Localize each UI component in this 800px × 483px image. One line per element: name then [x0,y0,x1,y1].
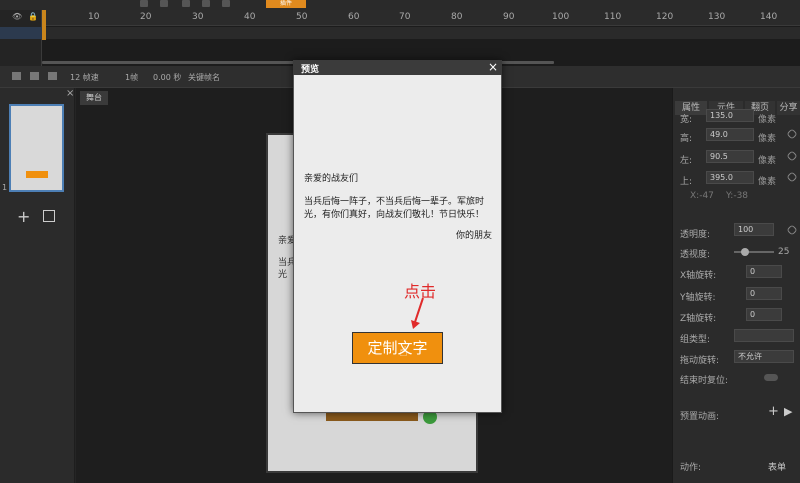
y-rotate-field[interactable]: 0 [746,287,782,300]
ruler-tick: 10 [88,12,100,22]
keyframe-name-label: 关键帧名 [188,73,220,82]
width-field[interactable]: 135.0 [706,109,754,122]
unit-label: 像素 [758,156,777,166]
preset-animation-label: 预置动画: [680,412,720,422]
page-number: 1 [2,183,8,192]
ruler-tick: 70 [399,12,411,22]
frame-icon[interactable] [182,0,190,7]
fps-label: 12 帧速 [70,73,99,82]
group-type-label: 组类型: [680,335,711,345]
eye-icon[interactable]: 👁 [12,12,22,21]
ruler-tick: 130 [708,12,726,22]
x-readout: X:-47 [690,191,714,201]
perspective-slider[interactable] [734,251,774,253]
unit-label: 像素 [758,177,777,187]
playhead[interactable] [42,10,46,40]
left-label: 左: [680,156,693,166]
reset-label: 结束时复位: [680,376,729,386]
copy-frame-icon[interactable] [30,72,39,80]
drag-rotate-select[interactable]: 不允许 [734,350,794,363]
thumb-button-mark [26,171,48,178]
ruler-tick: 40 [244,12,256,22]
collapse-icon[interactable]: × [66,88,74,99]
time-label: 0.00 秒 [153,73,182,82]
layer-frames[interactable] [42,27,800,39]
ruler-tick: 30 [192,12,204,22]
ruler-tick: 100 [552,12,570,22]
drag-rotate-label: 拖动旋转: [680,356,720,366]
action-label: 动作: [680,463,702,473]
letter-body: 当兵后悔一阵子，不当兵后悔一辈子。军旅时光，有你们真好，向战友们敬礼！节日快乐！ [304,197,485,220]
dialog-title: 预览 [301,65,320,75]
dialog-header[interactable] [293,60,502,75]
lock-icon[interactable]: 🔒 [28,12,38,21]
add-page-icon[interactable]: + [17,207,30,226]
ruler-tick: 60 [348,12,360,22]
ruler-tick: 140 [760,12,778,22]
left-field[interactable]: 90.5 [706,150,754,163]
letter-greeting: 亲爱的战友们 [304,174,359,184]
action-value[interactable]: 表单 [768,460,786,473]
preview-icon[interactable] [202,0,210,7]
letter-signature: 你的朋友 [455,231,492,241]
x-rotate-field[interactable]: 0 [746,265,782,278]
frame-label: 1帧 [125,73,139,82]
height-label: 高: [680,134,693,144]
width-label: 宽: [680,115,693,125]
page-thumbnail[interactable] [9,104,64,192]
unit-label: 像素 [758,134,777,144]
import-page-icon[interactable] [43,210,55,222]
ruler-tick: 110 [604,12,622,22]
perspective-value: 25 [778,247,790,257]
ruler-tick: 90 [503,12,515,22]
y-readout: Y:-38 [726,191,749,201]
annotation-arrow [411,297,424,329]
top-toolbar: 插件 [0,0,800,10]
x-rotate-label: X轴旋转: [680,271,717,281]
opacity-label: 透明度: [680,230,711,240]
reset-toggle[interactable] [764,374,778,381]
hand-cursor-icon: ☝ [399,344,408,360]
ruler-tick: 20 [140,12,152,22]
tab-share[interactable]: 分享 [777,101,800,115]
group-type-select[interactable] [734,329,794,342]
play-animation-icon[interactable]: ▶ [784,405,792,418]
z-rotate-field[interactable]: 0 [746,308,782,321]
add-animation-icon[interactable]: + [768,404,779,419]
ruler-tick: 50 [296,12,308,22]
slider-handle[interactable] [741,248,749,256]
play-icon[interactable] [140,0,148,7]
opacity-field[interactable]: 100 [734,223,774,236]
letter-content: 亲爱的战友们 当兵后悔一阵子，不当兵后悔一辈子。军旅时光，有你们真好，向战友们敬… [304,173,492,243]
tab-stage[interactable]: 舞台 [80,91,108,105]
properties-panel [672,88,800,483]
editor-window: 插件 👁 🔒 10 20 30 40 50 60 70 80 90 100 11… [0,0,800,483]
ruler-tick: 120 [656,12,674,22]
ruler-tick: 80 [451,12,463,22]
add-frame-icon[interactable] [12,72,21,80]
perspective-label: 透视度: [680,250,711,260]
y-rotate-label: Y轴旋转: [680,293,716,303]
top-label: 上: [680,177,693,187]
height-field[interactable]: 49.0 [706,128,754,141]
timeline-ruler[interactable]: 10 20 30 40 50 60 70 80 90 100 110 120 1… [42,10,800,26]
customize-text-button[interactable]: 定制文字 [352,332,443,364]
delete-frame-icon[interactable] [48,72,57,80]
stop-icon[interactable] [160,0,168,7]
plugin-button[interactable]: 插件 [266,0,306,8]
export-icon[interactable] [222,0,230,7]
stage-text: 光 [278,270,288,280]
z-rotate-label: Z轴旋转: [680,314,717,324]
unit-label: 像素 [758,115,777,125]
close-icon[interactable]: × [488,60,498,74]
top-field[interactable]: 395.0 [706,171,754,184]
